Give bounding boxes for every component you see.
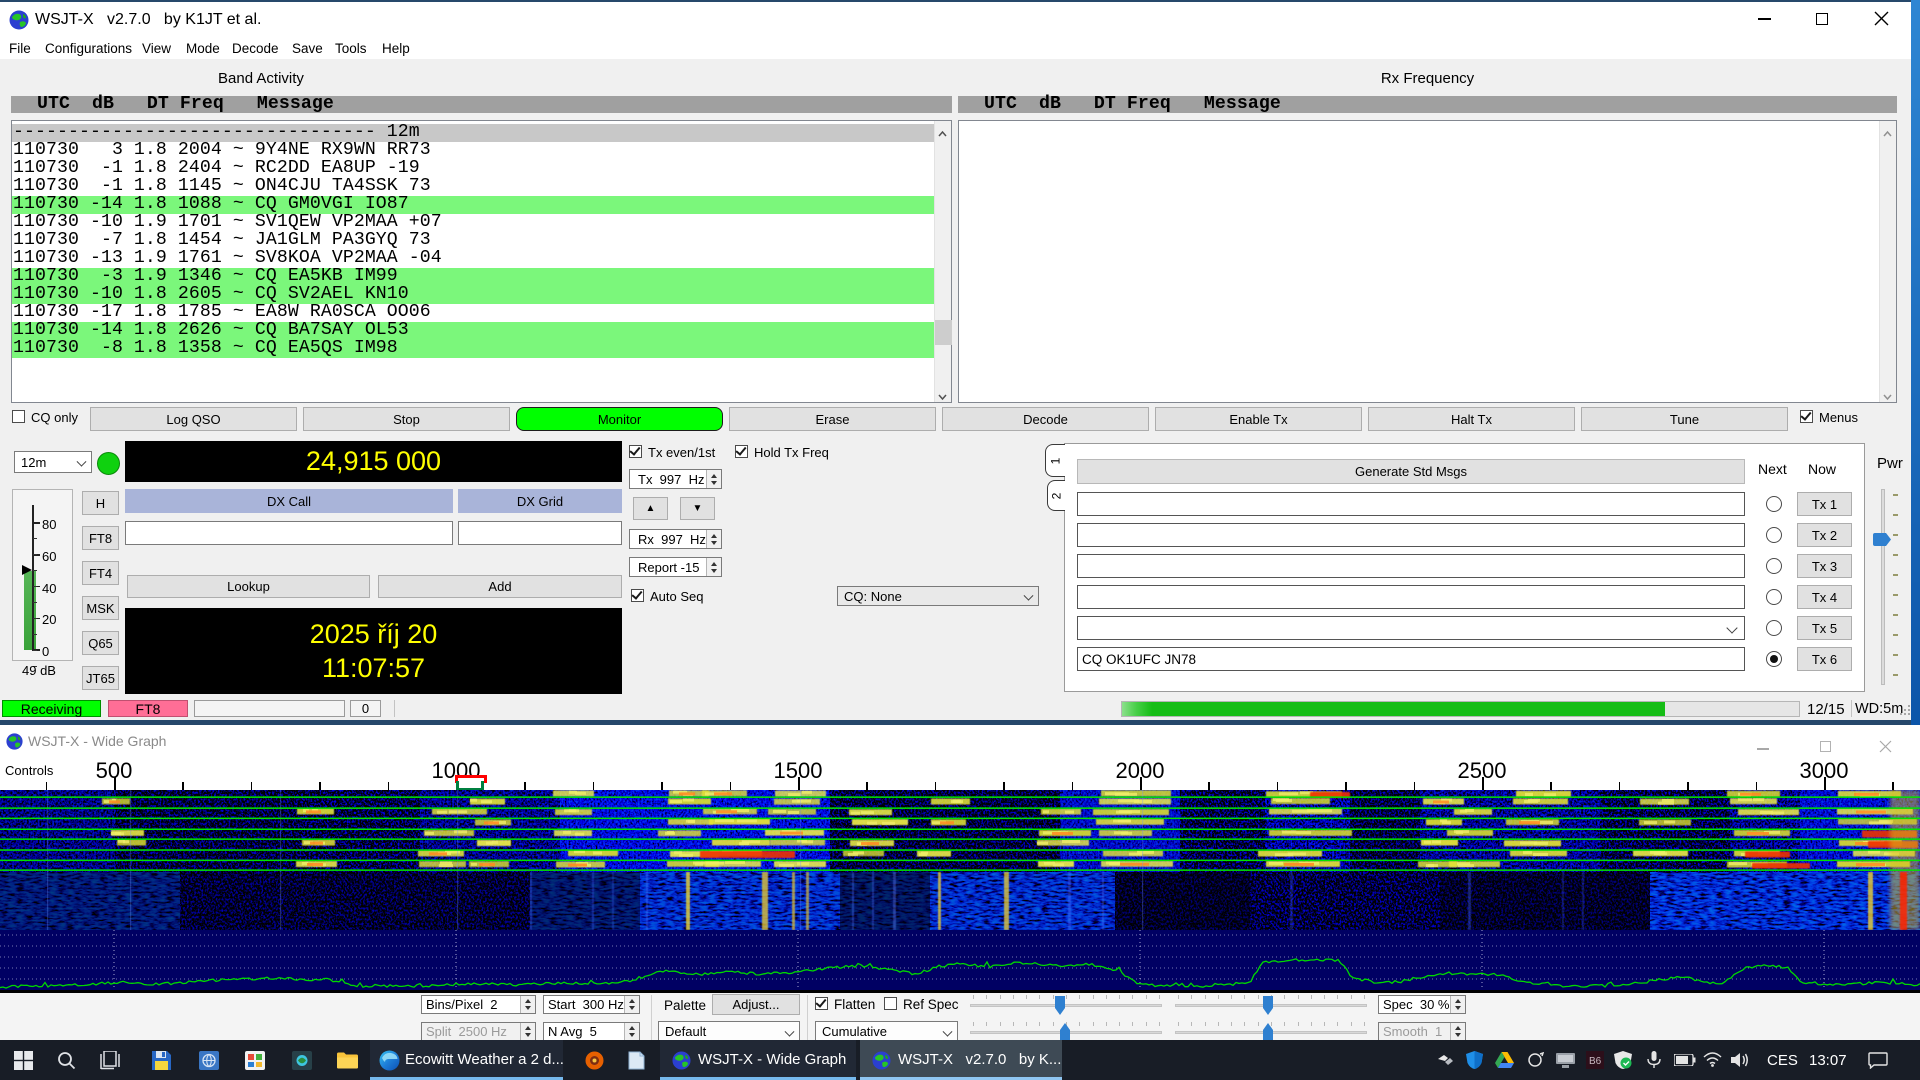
svg-text:B6: B6	[1589, 1056, 1602, 1067]
